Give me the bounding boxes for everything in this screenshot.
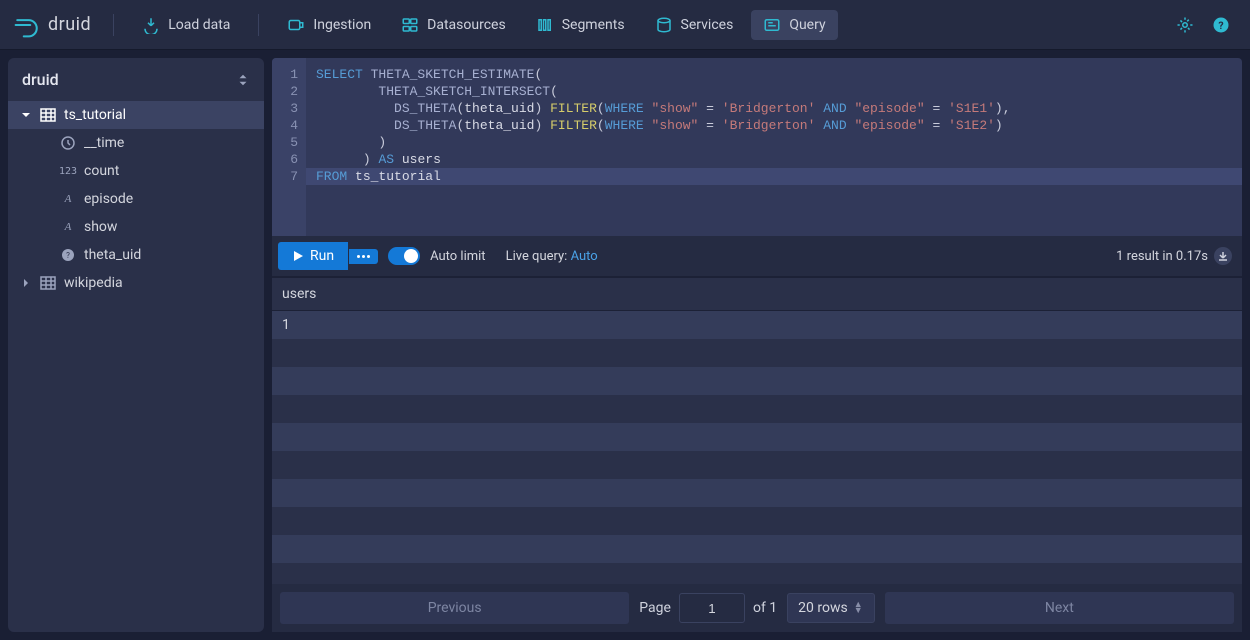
run-button[interactable]: Run — [278, 242, 348, 270]
column-header: users — [282, 286, 316, 302]
brand-name: druid — [48, 14, 91, 35]
pager: Previous Page of 1 20 rows ▲▼ Next — [272, 584, 1242, 632]
help-icon: ? — [1212, 16, 1230, 34]
play-icon — [292, 250, 304, 262]
table-icon — [40, 275, 56, 291]
results-body: 1 — [272, 311, 1242, 584]
clock-icon — [60, 135, 76, 151]
nav-label: Segments — [562, 17, 625, 33]
table-row — [272, 451, 1242, 479]
column-theta-uid[interactable]: ? theta_uid — [28, 241, 264, 269]
nav-services[interactable]: Services — [643, 10, 746, 40]
page-input[interactable] — [679, 593, 745, 623]
auto-limit-label: Auto limit — [430, 249, 485, 264]
column-label: theta_uid — [84, 247, 141, 263]
page-size-select[interactable]: 20 rows ▲▼ — [787, 593, 875, 623]
run-bar: Run Auto limit Live query: Auto 1 result… — [272, 236, 1242, 278]
more-icon — [357, 255, 370, 258]
table-row[interactable]: 1 — [272, 311, 1242, 339]
previous-button[interactable]: Previous — [280, 592, 629, 624]
column-episode[interactable]: A episode — [28, 185, 264, 213]
nav-label: Load data — [168, 17, 230, 33]
results-header[interactable]: users — [272, 278, 1242, 311]
sidebar-header[interactable]: druid — [8, 58, 264, 97]
column-label: show — [84, 219, 117, 235]
datasource-wikipedia[interactable]: wikipedia — [8, 269, 264, 297]
auto-limit-toggle[interactable] — [388, 247, 420, 265]
nav-divider — [113, 14, 114, 36]
segments-icon — [536, 16, 554, 34]
nav-label: Query — [789, 17, 825, 33]
svg-text:?: ? — [66, 251, 70, 260]
next-button[interactable]: Next — [885, 592, 1234, 624]
sketch-type-icon: ? — [60, 247, 76, 263]
services-icon — [655, 16, 673, 34]
schema-tree: ts_tutorial __time 123 count A episode — [8, 97, 264, 301]
logo[interactable]: druid — [14, 12, 91, 38]
number-type-icon: 123 — [60, 163, 76, 179]
query-panel: 1 2 3 4 5 6 7 SELECT THETA_SKETCH_ESTIMA… — [264, 50, 1250, 640]
table-icon — [40, 107, 56, 123]
nav-segments[interactable]: Segments — [524, 10, 637, 40]
datasource-ts-tutorial[interactable]: ts_tutorial — [8, 101, 264, 129]
help-button[interactable]: ? — [1206, 10, 1236, 40]
live-query-link[interactable]: Auto — [571, 249, 598, 264]
table-row — [272, 507, 1242, 535]
nav-divider — [258, 14, 259, 36]
datasources-icon — [401, 16, 419, 34]
nav-ingestion[interactable]: Ingestion — [275, 10, 383, 40]
table-row — [272, 395, 1242, 423]
gear-icon — [1176, 16, 1194, 34]
chevron-down-icon — [20, 109, 32, 121]
run-label: Run — [310, 248, 334, 264]
results-table: users 1 Previous Page of — [272, 278, 1242, 632]
column-label: __time — [84, 135, 124, 151]
run-more-button[interactable] — [349, 249, 378, 264]
datasource-label: wikipedia — [64, 275, 123, 291]
nav-datasources[interactable]: Datasources — [389, 10, 518, 40]
stepper-icon: ▲▼ — [854, 602, 864, 614]
nav-query[interactable]: Query — [751, 10, 837, 40]
line-gutter: 1 2 3 4 5 6 7 — [272, 58, 306, 236]
table-row — [272, 479, 1242, 507]
table-row — [272, 423, 1242, 451]
column-count[interactable]: 123 count — [28, 157, 264, 185]
nav-label: Datasources — [427, 17, 506, 33]
string-type-icon: A — [60, 219, 76, 235]
druid-logo-icon — [14, 12, 40, 38]
load-icon — [142, 16, 160, 34]
nav-label: Services — [681, 17, 734, 33]
top-nav: druid Load data Ingestion Datasources Se… — [0, 0, 1250, 50]
string-type-icon: A — [60, 191, 76, 207]
column-time[interactable]: __time — [28, 129, 264, 157]
query-icon — [763, 16, 781, 34]
ingestion-icon — [287, 16, 305, 34]
column-label: count — [84, 163, 119, 179]
sort-icon — [236, 73, 250, 87]
page-of: of 1 — [753, 600, 777, 616]
column-show[interactable]: A show — [28, 213, 264, 241]
page-label: Page — [639, 600, 671, 616]
sql-editor[interactable]: 1 2 3 4 5 6 7 SELECT THETA_SKETCH_ESTIMA… — [272, 58, 1242, 236]
cell: 1 — [282, 317, 290, 333]
table-row — [272, 367, 1242, 395]
column-label: episode — [84, 191, 133, 207]
table-row — [272, 339, 1242, 367]
download-button[interactable] — [1214, 247, 1232, 265]
schema-sidebar: druid ts_tutorial __time 123 count — [8, 58, 264, 632]
sql-code[interactable]: SELECT THETA_SKETCH_ESTIMATE( THETA_SKET… — [306, 58, 1242, 236]
nav-load-data[interactable]: Load data — [130, 10, 242, 40]
nav-label: Ingestion — [313, 17, 371, 33]
result-summary: 1 result in 0.17s — [1116, 247, 1232, 265]
svg-text:?: ? — [1218, 18, 1223, 31]
chevron-right-icon — [20, 277, 32, 289]
table-row — [272, 535, 1242, 563]
download-icon — [1217, 250, 1229, 262]
settings-button[interactable] — [1170, 10, 1200, 40]
datasource-label: ts_tutorial — [64, 107, 126, 123]
sidebar-title: druid — [22, 70, 59, 89]
live-query: Live query: Auto — [506, 249, 598, 264]
